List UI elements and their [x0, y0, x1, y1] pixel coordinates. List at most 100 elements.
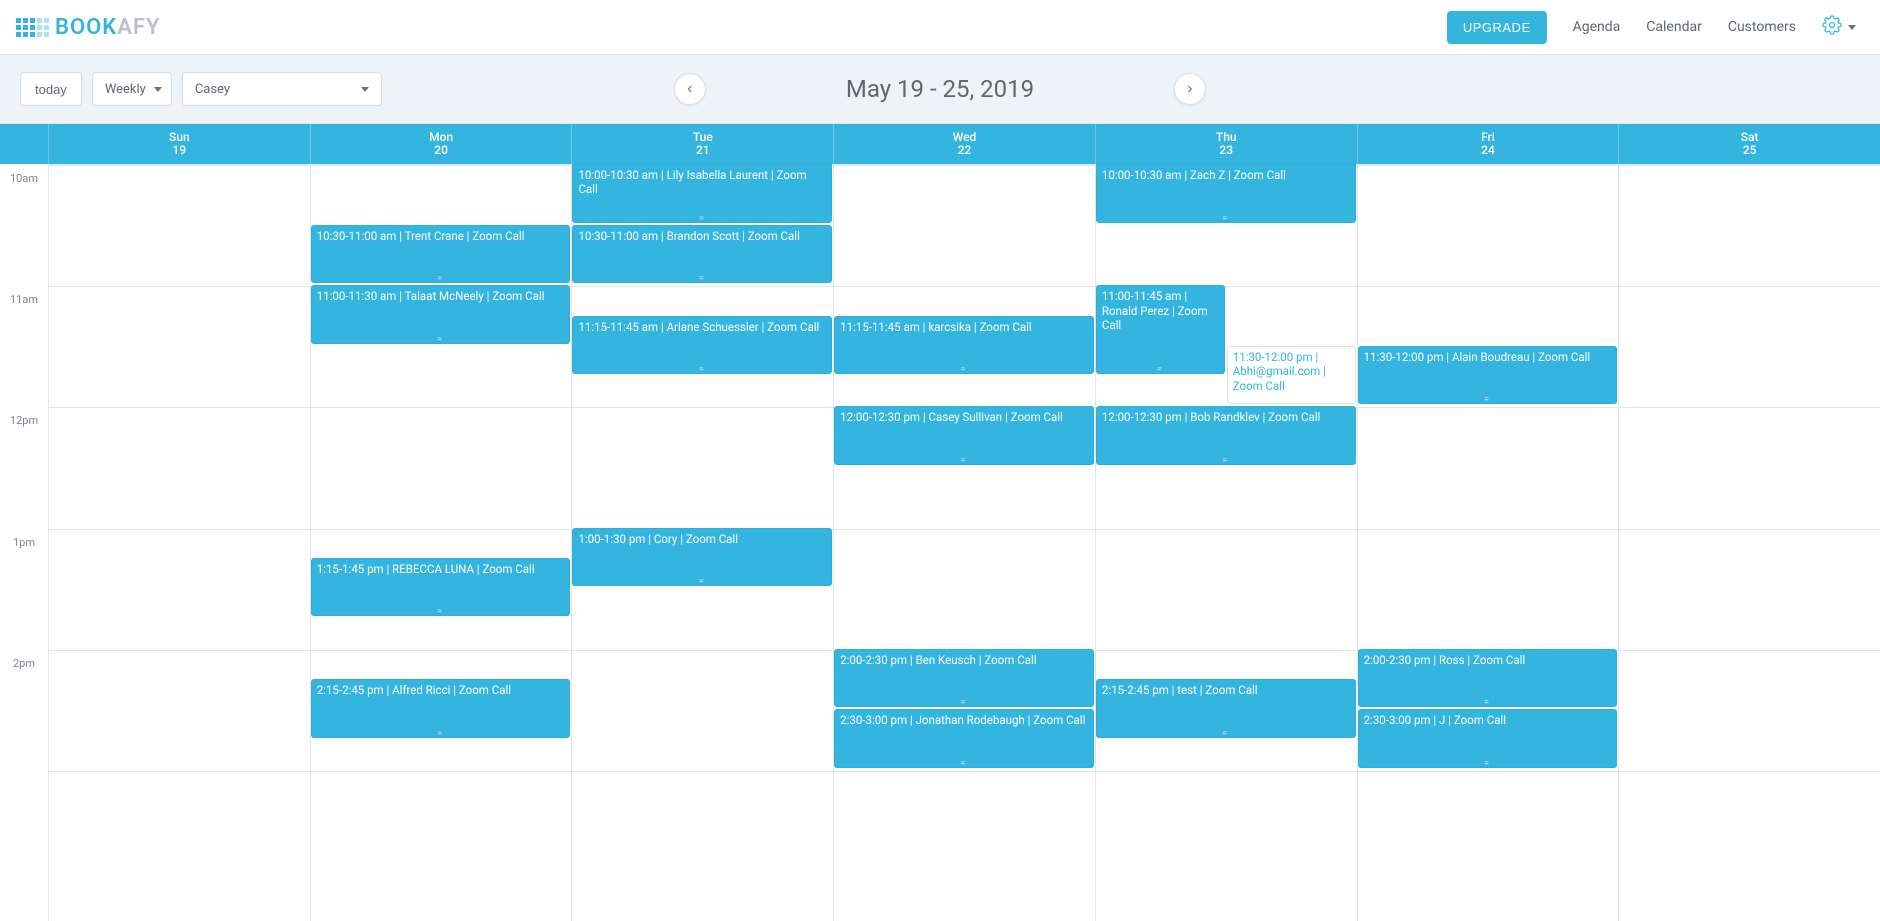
event-resize-handle[interactable]: = — [1358, 397, 1618, 403]
day-column[interactable] — [1618, 164, 1880, 921]
calendar-event[interactable]: 2:15-2:45 pm | Alfred Ricci | Zoom Call = — [311, 679, 571, 738]
day-columns: 10:30-11:00 am | Trent Crane | Zoom Call… — [48, 164, 1880, 921]
event-title: 2:00-2:30 pm | Ben Keusch | Zoom Call — [840, 653, 1088, 667]
staff-select[interactable]: Casey — [182, 72, 382, 106]
day-header[interactable]: Thu23 — [1095, 124, 1357, 164]
day-header[interactable]: Tue21 — [571, 124, 833, 164]
view-select-value: Weekly — [105, 82, 146, 97]
event-resize-handle[interactable]: = — [1358, 761, 1618, 767]
staff-select-value: Casey — [195, 82, 230, 97]
nav-customers[interactable]: Customers — [1728, 19, 1796, 35]
event-title: 10:30-11:00 am | Trent Crane | Zoom Call — [317, 229, 565, 243]
day-header[interactable]: Sun19 — [48, 124, 310, 164]
logo-mark-icon — [16, 18, 49, 37]
caret-down-icon — [154, 87, 162, 92]
event-resize-handle[interactable]: = — [311, 276, 571, 282]
event-title: 10:00-10:30 am | Lily Isabella Laurent |… — [578, 168, 826, 197]
today-button[interactable]: today — [20, 72, 82, 106]
nav-agenda[interactable]: Agenda — [1573, 19, 1621, 35]
day-column[interactable]: 10:30-11:00 am | Trent Crane | Zoom Call… — [310, 164, 572, 921]
calendar-event[interactable]: 11:00-11:45 am | Ronald Perez | Zoom Cal… — [1096, 285, 1225, 374]
day-header[interactable]: Sat25 — [1618, 124, 1880, 164]
event-resize-handle[interactable]: = — [311, 731, 571, 737]
event-title: 11:15-11:45 am | karcsika | Zoom Call — [840, 320, 1088, 334]
calendar-event[interactable]: 2:00-2:30 pm | Ben Keusch | Zoom Call = — [834, 649, 1094, 708]
logo[interactable]: BOOKAFY — [16, 15, 161, 40]
event-resize-handle[interactable]: = — [572, 216, 832, 222]
calendar-event[interactable]: 2:30-3:00 pm | Jonathan Rodebaugh | Zoom… — [834, 709, 1094, 768]
calendar-grid[interactable]: 10am11am12pm1pm2pm 10:30-11:00 am | Tren… — [0, 164, 1880, 921]
event-resize-handle[interactable]: = — [311, 609, 571, 615]
date-range-title: May 19 - 25, 2019 — [846, 75, 1034, 103]
calendar-event[interactable]: 11:30-12:00 pm | Abhi@gmail.com | Zoom C… — [1227, 346, 1356, 405]
event-resize-handle[interactable]: = — [1096, 216, 1356, 222]
event-title: 2:15-2:45 pm | test | Zoom Call — [1102, 683, 1350, 697]
event-title: 11:00-11:30 am | Talaat McNeely | Zoom C… — [317, 289, 565, 303]
calendar-event[interactable]: 1:15-1:45 pm | REBECCA LUNA | Zoom Call = — [311, 558, 571, 617]
event-resize-handle[interactable]: = — [1096, 367, 1225, 373]
day-header[interactable]: Wed22 — [833, 124, 1095, 164]
day-header[interactable]: Mon20 — [310, 124, 572, 164]
day-number: 21 — [696, 144, 710, 157]
calendar-event[interactable]: 10:00-10:30 am | Lily Isabella Laurent |… — [572, 164, 832, 223]
view-select[interactable]: Weekly — [92, 72, 172, 106]
day-header[interactable]: Fri24 — [1357, 124, 1619, 164]
caret-down-icon — [1848, 25, 1856, 30]
event-resize-handle[interactable]: = — [834, 458, 1094, 464]
day-number: 24 — [1481, 144, 1495, 157]
event-title: 11:00-11:45 am | Ronald Perez | Zoom Cal… — [1102, 289, 1219, 332]
event-title: 10:30-11:00 am | Brandon Scott | Zoom Ca… — [578, 229, 826, 243]
top-nav: BOOKAFY UPGRADE Agenda Calendar Customer… — [0, 0, 1880, 54]
upgrade-button[interactable]: UPGRADE — [1447, 11, 1547, 44]
event-title: 12:00-12:30 pm | Casey Sullivan | Zoom C… — [840, 410, 1088, 424]
event-resize-handle[interactable]: = — [834, 700, 1094, 706]
calendar-event[interactable]: 10:30-11:00 am | Brandon Scott | Zoom Ca… — [572, 225, 832, 284]
settings-menu[interactable] — [1822, 15, 1856, 39]
day-number: 23 — [1219, 144, 1233, 157]
event-resize-handle[interactable]: = — [572, 579, 832, 585]
next-week-button[interactable] — [1174, 73, 1206, 105]
calendar-event[interactable]: 10:00-10:30 am | Zach Z | Zoom Call = — [1096, 164, 1356, 223]
time-column: 10am11am12pm1pm2pm — [0, 164, 48, 921]
calendar-event[interactable]: 11:15-11:45 am | karcsika | Zoom Call = — [834, 316, 1094, 375]
calendar-event[interactable]: 11:00-11:30 am | Talaat McNeely | Zoom C… — [311, 285, 571, 344]
event-title: 10:00-10:30 am | Zach Z | Zoom Call — [1102, 168, 1350, 182]
day-column[interactable]: 10:00-10:30 am | Lily Isabella Laurent |… — [571, 164, 833, 921]
calendar-event[interactable]: 11:30-12:00 pm | Alain Boudreau | Zoom C… — [1358, 346, 1618, 405]
calendar-event[interactable]: 2:15-2:45 pm | test | Zoom Call = — [1096, 679, 1356, 738]
event-resize-handle[interactable]: = — [572, 367, 832, 373]
event-title: 2:15-2:45 pm | Alfred Ricci | Zoom Call — [317, 683, 565, 697]
event-resize-handle[interactable]: = — [1096, 731, 1356, 737]
day-column[interactable] — [48, 164, 310, 921]
day-header-row: Sun19Mon20Tue21Wed22Thu23Fri24Sat25 — [0, 124, 1880, 164]
event-title: 2:30-3:00 pm | Jonathan Rodebaugh | Zoom… — [840, 713, 1088, 727]
date-range-nav: May 19 - 25, 2019 — [674, 73, 1206, 105]
time-column-header — [0, 124, 48, 164]
calendar-event[interactable]: 11:15-11:45 am | Arlane Schuessler | Zoo… — [572, 316, 832, 375]
calendar-event[interactable]: 2:00-2:30 pm | Ross | Zoom Call= — [1358, 649, 1618, 708]
day-column[interactable]: 10:00-10:30 am | Zach Z | Zoom Call = 11:0… — [1095, 164, 1357, 921]
day-column[interactable]: 11:30-12:00 pm | Alain Boudreau | Zoom C… — [1357, 164, 1619, 921]
event-resize-handle[interactable]: = — [834, 367, 1094, 373]
event-resize-handle[interactable]: = — [311, 337, 571, 343]
event-resize-handle[interactable]: = — [834, 761, 1094, 767]
calendar-event[interactable]: 12:00-12:30 pm | Casey Sullivan | Zoom C… — [834, 406, 1094, 465]
calendar-event[interactable]: 1:00-1:30 pm | Cory | Zoom Call= — [572, 528, 832, 587]
calendar-event[interactable]: 10:30-11:00 am | Trent Crane | Zoom Call… — [311, 225, 571, 284]
day-number: 25 — [1743, 144, 1757, 157]
event-title: 1:15-1:45 pm | REBECCA LUNA | Zoom Call — [317, 562, 565, 576]
hour-label: 12pm — [0, 414, 48, 427]
event-resize-handle[interactable]: = — [1358, 700, 1618, 706]
prev-week-button[interactable] — [674, 73, 706, 105]
event-resize-handle[interactable]: = — [1227, 397, 1356, 403]
event-title: 11:30-12:00 pm | Abhi@gmail.com | Zoom C… — [1233, 350, 1350, 393]
calendar-event[interactable]: 2:30-3:00 pm | J | Zoom Call= — [1358, 709, 1618, 768]
event-resize-handle[interactable]: = — [572, 276, 832, 282]
calendar-event[interactable]: 12:00-12:30 pm | Bob Randklev | Zoom Cal… — [1096, 406, 1356, 465]
day-column[interactable]: 11:15-11:45 am | karcsika | Zoom Call = 12… — [833, 164, 1095, 921]
caret-down-icon — [361, 87, 369, 92]
logo-text: BOOKAFY — [55, 15, 161, 40]
event-resize-handle[interactable]: = — [1096, 458, 1356, 464]
calendar: Sun19Mon20Tue21Wed22Thu23Fri24Sat25 10am… — [0, 124, 1880, 921]
nav-calendar[interactable]: Calendar — [1646, 19, 1702, 35]
